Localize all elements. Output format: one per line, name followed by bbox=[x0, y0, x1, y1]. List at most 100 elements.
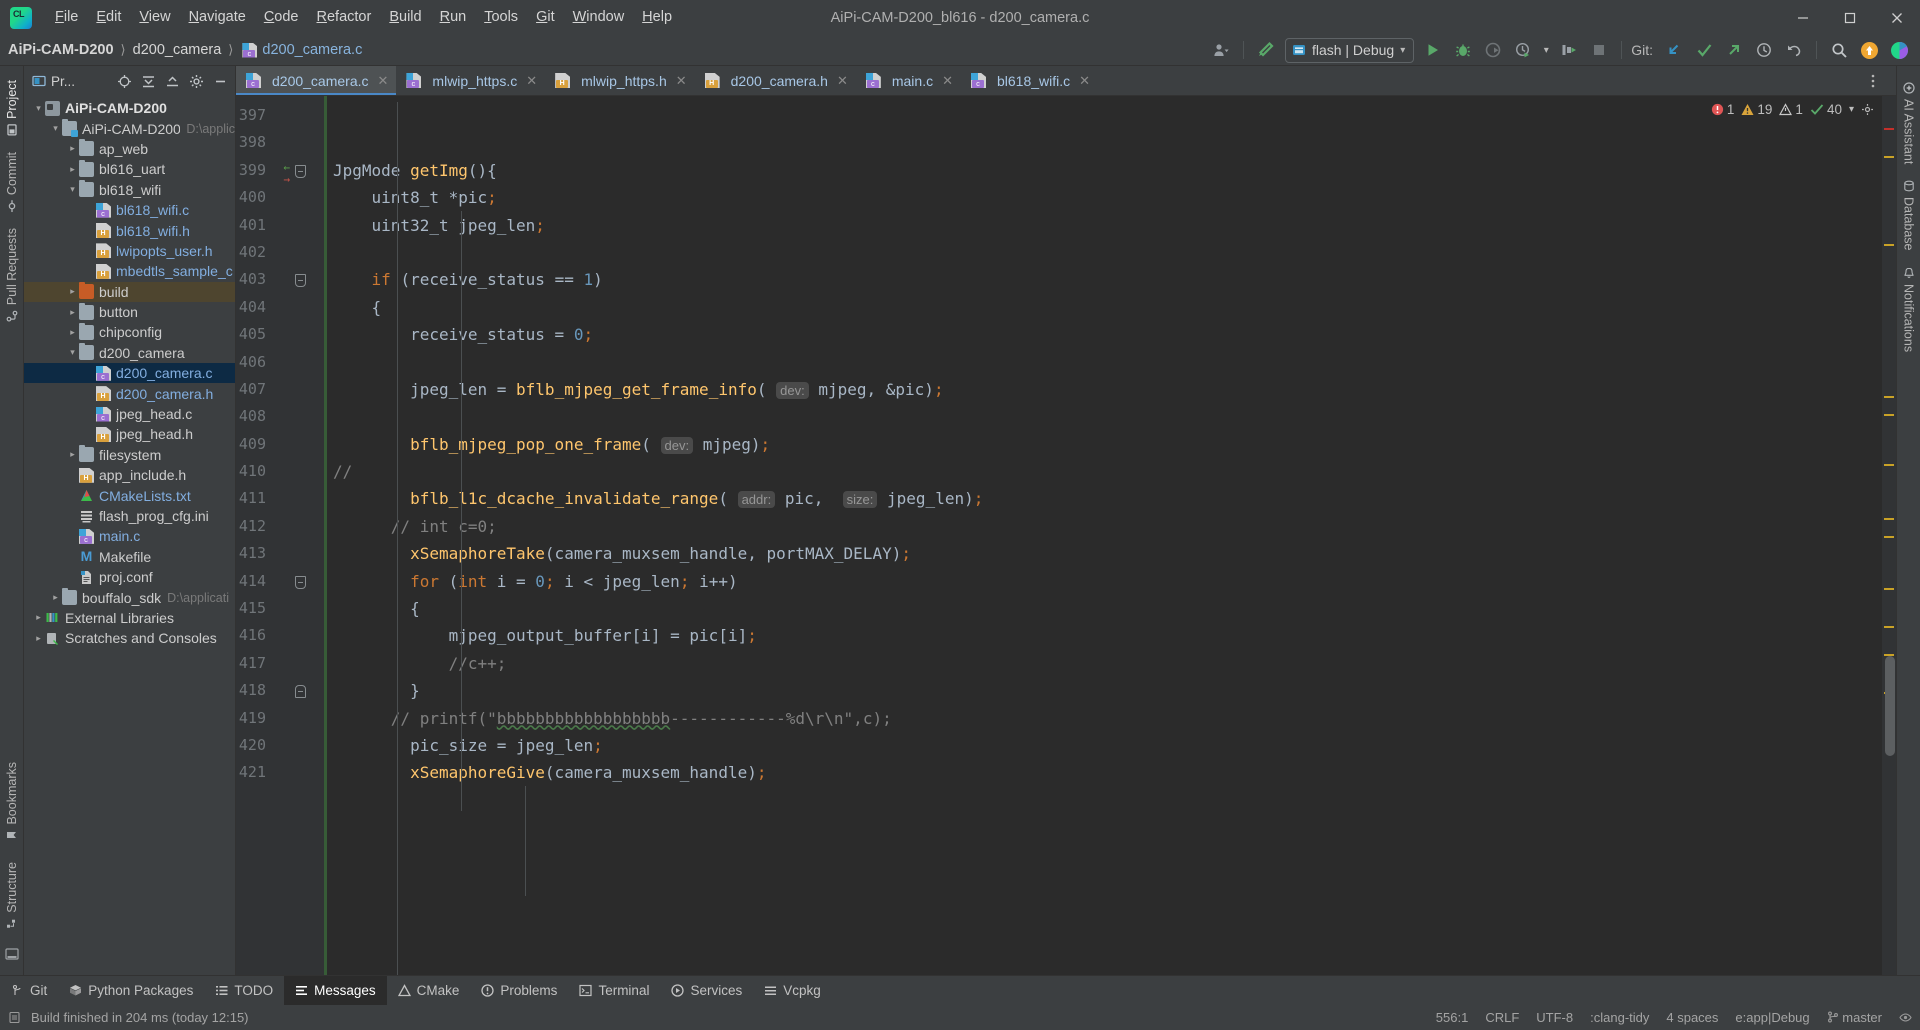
bottom-tab-messages[interactable]: Messages bbox=[284, 976, 387, 1005]
line-number[interactable]: 407 bbox=[236, 376, 324, 403]
code-line[interactable]: xSemaphoreGive(camera_muxsem_handle); bbox=[327, 759, 1882, 786]
user-account-icon[interactable] bbox=[1207, 37, 1235, 63]
code-line[interactable]: // printf("bbbbbbbbbbbbbbbbbb-----------… bbox=[327, 705, 1882, 732]
menu-git[interactable]: Git bbox=[527, 0, 564, 35]
ai-assistant-icon[interactable] bbox=[1885, 37, 1913, 63]
inspections-settings-icon[interactable] bbox=[1861, 103, 1874, 116]
code-line[interactable]: // bbox=[327, 458, 1882, 485]
bottom-tab-python-packages[interactable]: Python Packages bbox=[58, 976, 204, 1005]
editor-tab-mlwip-https-h[interactable]: mlwip_https.h ✕ bbox=[545, 66, 695, 95]
menu-file[interactable]: File bbox=[46, 0, 87, 35]
hammer-build-icon[interactable] bbox=[1252, 37, 1280, 63]
git-push-arrow-icon[interactable] bbox=[1720, 37, 1748, 63]
menu-edit[interactable]: Edit bbox=[87, 0, 130, 35]
code-fold-icon[interactable] bbox=[295, 685, 306, 699]
tree-node-d200-camera-h[interactable]: d200_camera.h bbox=[24, 383, 235, 403]
editor-tab-bl618-wifi-c[interactable]: bl618_wifi.c ✕ bbox=[961, 66, 1098, 95]
line-number[interactable]: 421 bbox=[236, 759, 324, 786]
clang-tidy-status[interactable]: :clang-tidy bbox=[1590, 1010, 1649, 1025]
code-line[interactable]: for (int i = 0; i < jpeg_len; i++) bbox=[327, 568, 1882, 595]
gear-icon[interactable] bbox=[185, 70, 207, 92]
line-number[interactable]: 397 bbox=[236, 102, 324, 129]
bottom-tab-services[interactable]: Services bbox=[660, 976, 753, 1005]
tree-node-bouffalo-sdk[interactable]: ▸ bouffalo_sdk D:\applicati bbox=[24, 587, 235, 607]
close-tab-icon[interactable]: ✕ bbox=[526, 73, 537, 89]
editor-inspection-scrollbar[interactable] bbox=[1882, 96, 1896, 975]
menu-view[interactable]: View bbox=[130, 0, 179, 35]
close-tab-icon[interactable]: ✕ bbox=[837, 73, 848, 89]
bottom-tab-todo[interactable]: TODO bbox=[204, 976, 284, 1005]
code-line[interactable]: { bbox=[327, 595, 1882, 622]
tree-node-lwipopts-user-h[interactable]: lwipopts_user.h bbox=[24, 241, 235, 261]
tree-node-filesystem[interactable]: ▸ filesystem bbox=[24, 445, 235, 465]
tree-expander-icon[interactable]: ▸ bbox=[66, 164, 79, 175]
tree-expander-icon[interactable]: ▾ bbox=[66, 347, 79, 358]
tree-node-jpeg-head-h[interactable]: jpeg_head.h bbox=[24, 424, 235, 444]
run-with-coverage-icon[interactable] bbox=[1479, 37, 1507, 63]
tree-node-bl618-wifi-h[interactable]: bl618_wifi.h bbox=[24, 220, 235, 240]
tool-window-commit[interactable]: Commit bbox=[2, 144, 22, 220]
attach-to-process-icon[interactable] bbox=[1555, 37, 1583, 63]
more-options-icon[interactable] bbox=[1859, 68, 1887, 94]
run-play-icon[interactable] bbox=[1419, 37, 1447, 63]
tree-node-bl616-uart[interactable]: ▸ bl616_uart bbox=[24, 159, 235, 179]
inspection-status-widget[interactable]: 1 19 1 40 ▾ bbox=[1711, 102, 1874, 117]
run-configuration-selector[interactable]: flash | Debug ▾ bbox=[1284, 37, 1415, 63]
override-gutter-icon[interactable]: ← → bbox=[283, 162, 290, 185]
editor-tab-mlwip-https-c[interactable]: mlwip_https.c ✕ bbox=[396, 66, 545, 95]
code-line[interactable]: //c++; bbox=[327, 650, 1882, 677]
tree-node-mbedtls-sample-c[interactable]: mbedtls_sample_c bbox=[24, 261, 235, 281]
code-line[interactable]: receive_status = 0; bbox=[327, 321, 1882, 348]
line-number[interactable]: 413 bbox=[236, 540, 324, 567]
tree-node-aipi-cam-d200[interactable]: ▾ AiPi-CAM-D200 bbox=[24, 98, 235, 118]
code-line[interactable]: if (receive_status == 1) bbox=[327, 266, 1882, 293]
chevron-down-icon[interactable]: ▾ bbox=[1849, 104, 1854, 115]
code-line[interactable]: uint8_t *pic; bbox=[327, 184, 1882, 211]
code-fold-icon[interactable] bbox=[295, 575, 306, 589]
line-number[interactable]: 420 bbox=[236, 732, 324, 759]
code-line[interactable] bbox=[327, 239, 1882, 266]
line-number[interactable]: 408 bbox=[236, 403, 324, 430]
code-line[interactable]: pic_size = jpeg_len; bbox=[327, 732, 1882, 759]
tree-expander-icon[interactable]: ▸ bbox=[49, 592, 62, 603]
tree-node-scratches-and-consoles[interactable]: ▸ Scratches and Consoles bbox=[24, 628, 235, 648]
tree-expander-icon[interactable]: ▸ bbox=[66, 286, 79, 297]
code-line[interactable]: jpeg_len = bflb_mjpeg_get_frame_info( de… bbox=[327, 376, 1882, 403]
line-number[interactable]: 403 bbox=[236, 266, 324, 293]
git-rollback-undo-icon[interactable] bbox=[1780, 37, 1808, 63]
code-line[interactable]: { bbox=[327, 294, 1882, 321]
breadcrumb-project[interactable]: AiPi-CAM-D200 bbox=[8, 42, 114, 58]
stop-square-icon[interactable] bbox=[1585, 37, 1613, 63]
menu-refactor[interactable]: Refactor bbox=[308, 0, 381, 35]
read-only-lock-icon[interactable] bbox=[8, 1011, 21, 1024]
tool-window-structure[interactable]: Structure bbox=[2, 854, 22, 937]
file-encoding[interactable]: UTF-8 bbox=[1536, 1010, 1573, 1025]
line-number[interactable]: 411 bbox=[236, 485, 324, 512]
caret-position[interactable]: 556:1 bbox=[1436, 1010, 1469, 1025]
line-number[interactable]: 398 bbox=[236, 129, 324, 156]
tool-window-database[interactable]: Database bbox=[1899, 172, 1919, 259]
tool-window-ai-assistant[interactable]: AI Assistant bbox=[1899, 74, 1919, 172]
expand-all-icon[interactable] bbox=[137, 70, 159, 92]
maximize-button[interactable] bbox=[1826, 0, 1873, 35]
menu-tools[interactable]: Tools bbox=[475, 0, 527, 35]
line-number[interactable]: 415 bbox=[236, 595, 324, 622]
code-line[interactable]: } bbox=[327, 677, 1882, 704]
line-number[interactable]: 402 bbox=[236, 239, 324, 266]
tree-expander-icon[interactable]: ▸ bbox=[66, 449, 79, 460]
chevron-down-icon[interactable]: ▾ bbox=[1400, 45, 1405, 56]
menu-help[interactable]: Help bbox=[633, 0, 681, 35]
tree-expander-icon[interactable]: ▸ bbox=[66, 327, 79, 338]
line-number[interactable]: 399 ← → bbox=[236, 157, 324, 185]
project-tree[interactable]: ▾ AiPi-CAM-D200 ▾ AiPi-CAM-D200 D:\applic ▸ ap… bbox=[24, 96, 235, 975]
indent-setting[interactable]: 4 spaces bbox=[1666, 1010, 1718, 1025]
close-tab-icon[interactable]: ✕ bbox=[378, 73, 389, 89]
tree-expander-icon[interactable]: ▸ bbox=[66, 143, 79, 154]
tree-node-aipi-cam-d200[interactable]: ▾ AiPi-CAM-D200 D:\applic bbox=[24, 118, 235, 138]
line-number[interactable]: 409 bbox=[236, 431, 324, 458]
crosshair-icon[interactable] bbox=[113, 70, 135, 92]
tree-node-flash-prog-cfg-ini[interactable]: flash_prog_cfg.ini bbox=[24, 506, 235, 526]
menu-navigate[interactable]: Navigate bbox=[180, 0, 255, 35]
code-line[interactable] bbox=[327, 102, 1882, 129]
tool-window-project[interactable]: Project bbox=[2, 72, 22, 144]
